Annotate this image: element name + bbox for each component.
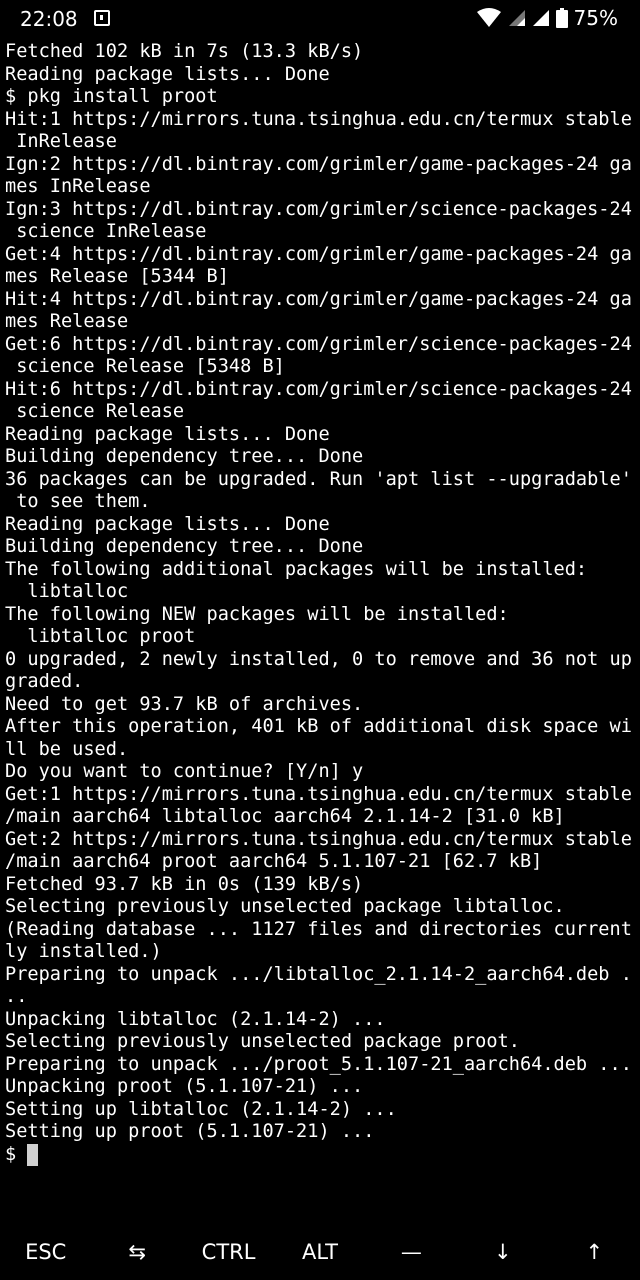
ctrl-key[interactable]: CTRL: [183, 1224, 274, 1280]
alt-key[interactable]: ALT: [274, 1224, 365, 1280]
battery-percent: 75%: [573, 6, 618, 30]
battery-icon: [555, 8, 568, 28]
esc-key[interactable]: ESC: [0, 1224, 91, 1280]
dash-key[interactable]: —: [366, 1224, 457, 1280]
arrow-up-key[interactable]: ↑: [549, 1224, 640, 1280]
terminal-line: Preparing to unpack .../proot_5.1.107-21…: [5, 1053, 632, 1075]
terminal-line: Do you want to continue? [Y/n] y: [5, 761, 364, 782]
terminal-line: graded.: [5, 671, 84, 692]
terminal-line: ly installed.): [5, 941, 162, 962]
arrow-down-key[interactable]: ↓: [457, 1224, 548, 1280]
terminal-line: The following additional packages will b…: [5, 558, 588, 580]
terminal-line: Setting up libtalloc (2.1.14-2) ...: [5, 1098, 397, 1120]
terminal-line: libtalloc: [5, 581, 129, 602]
terminal-line: mes InRelease: [5, 176, 151, 197]
terminal-line: Building dependency tree... Done: [5, 536, 364, 557]
terminal-line: Setting up proot (5.1.107-21) ...: [5, 1121, 375, 1142]
terminal-line: (Reading database ... 1127 files and dir…: [5, 918, 632, 940]
terminal-line: ..: [5, 986, 28, 1007]
prompt-symbol: $: [5, 1143, 17, 1165]
terminal-line: Fetched 102 kB in 7s (13.3 kB/s): [5, 41, 364, 62]
terminal-line: libtalloc proot: [5, 626, 196, 647]
terminal-line: Hit:1 https://mirrors.tuna.tsinghua.edu.…: [5, 108, 632, 130]
terminal-line: Fetched 93.7 kB in 0s (139 kB/s): [5, 873, 364, 895]
terminal-line: Preparing to unpack .../libtalloc_2.1.14…: [5, 963, 632, 985]
terminal-line: to see them.: [5, 491, 151, 512]
terminal-line: science InRelease: [5, 221, 207, 242]
terminal-line: Hit:6 https://dl.bintray.com/grimler/sci…: [5, 378, 632, 400]
terminal-line: Selecting previously unselected package …: [5, 896, 565, 917]
notification-icon: [94, 10, 110, 26]
terminal-line: Get:4 https://dl.bintray.com/grimler/gam…: [5, 243, 632, 265]
signal-icon: [508, 10, 525, 26]
terminal-line: After this operation, 401 kB of addition…: [5, 716, 632, 737]
terminal-line: ll be used.: [5, 738, 129, 760]
status-bar: 22:08 75%: [0, 0, 640, 40]
terminal-line: Reading package lists... Done: [5, 513, 330, 535]
status-time: 22:08: [20, 7, 78, 31]
text-cursor: [27, 1143, 39, 1166]
signal-icon: [532, 10, 549, 26]
terminal-line: Need to get 93.7 kB of archives.: [5, 693, 364, 715]
terminal-line: science Release: [5, 401, 185, 422]
terminal-line: Get:2 https://mirrors.tuna.tsinghua.edu.…: [5, 828, 632, 850]
terminal-line: science Release [5348 B]: [5, 356, 285, 377]
terminal-line: /main aarch64 proot aarch64 5.1.107-21 […: [5, 851, 543, 872]
terminal-line: $ pkg install proot: [5, 86, 218, 107]
terminal-line: mes Release: [5, 311, 129, 332]
terminal-line: mes Release [5344 B]: [5, 266, 229, 287]
terminal-line: Unpacking libtalloc (2.1.14-2) ...: [5, 1008, 386, 1030]
terminal-line: Unpacking proot (5.1.107-21) ...: [5, 1076, 364, 1097]
prompt-line[interactable]: $: [5, 1144, 637, 1167]
terminal-line: Reading package lists... Done: [5, 423, 330, 445]
terminal-line: Ign:2 https://dl.bintray.com/grimler/gam…: [5, 153, 632, 175]
terminal-line: /main aarch64 libtalloc aarch64 2.1.14-2…: [5, 806, 565, 827]
extra-keys-bar: ESC ⇆ CTRL ALT — ↓ ↑: [0, 1224, 640, 1280]
terminal-line: Selecting previously unselected package …: [5, 1031, 520, 1052]
terminal-line: Hit:4 https://dl.bintray.com/grimler/gam…: [5, 288, 632, 310]
terminal-line: Get:6 https://dl.bintray.com/grimler/sci…: [5, 333, 632, 355]
terminal-line: Reading package lists... Done: [5, 63, 330, 85]
terminal-line: The following NEW packages will be insta…: [5, 603, 509, 625]
wifi-icon: [476, 8, 501, 27]
terminal-line: 36 packages can be upgraded. Run 'apt li…: [5, 468, 632, 490]
status-icons: 75%: [476, 6, 618, 30]
tab-key[interactable]: ⇆: [91, 1224, 182, 1280]
terminal-line: Ign:3 https://dl.bintray.com/grimler/sci…: [5, 198, 632, 220]
terminal-line: 0 upgraded, 2 newly installed, 0 to remo…: [5, 648, 632, 670]
terminal-output[interactable]: Fetched 102 kB in 7s (13.3 kB/s) Reading …: [5, 41, 637, 1166]
terminal-line: Get:1 https://mirrors.tuna.tsinghua.edu.…: [5, 783, 632, 805]
terminal-line: InRelease: [5, 131, 117, 152]
terminal-line: Building dependency tree... Done: [5, 446, 364, 467]
